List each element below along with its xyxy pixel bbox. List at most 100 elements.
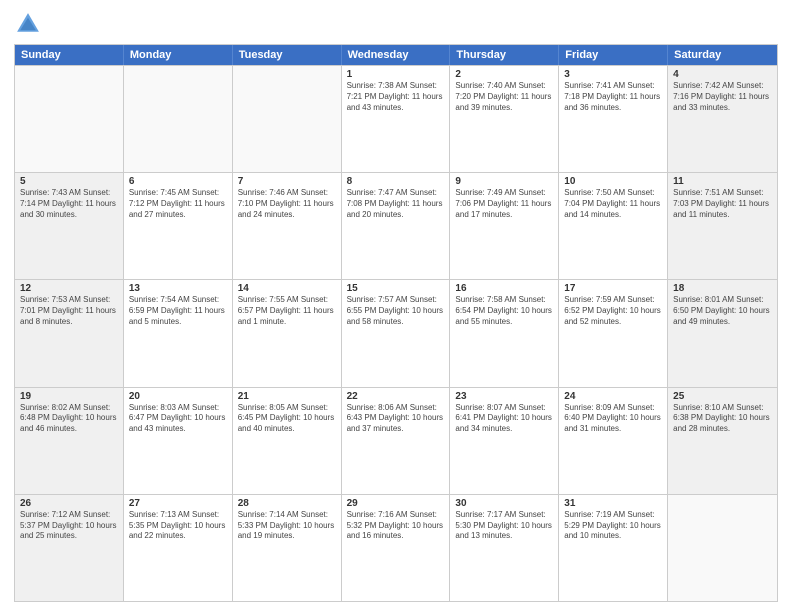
cell-info: Sunrise: 7:16 AM Sunset: 5:32 PM Dayligh… (347, 510, 445, 542)
calendar-cell: 16Sunrise: 7:58 AM Sunset: 6:54 PM Dayli… (450, 280, 559, 386)
cell-info: Sunrise: 8:03 AM Sunset: 6:47 PM Dayligh… (129, 403, 227, 435)
calendar-row-3: 19Sunrise: 8:02 AM Sunset: 6:48 PM Dayli… (15, 387, 777, 494)
day-number: 7 (238, 176, 336, 187)
day-number: 19 (20, 391, 118, 402)
day-number: 2 (455, 69, 553, 80)
calendar-row-0: 1Sunrise: 7:38 AM Sunset: 7:21 PM Daylig… (15, 65, 777, 172)
day-number: 16 (455, 283, 553, 294)
cell-info: Sunrise: 7:53 AM Sunset: 7:01 PM Dayligh… (20, 295, 118, 327)
calendar-cell: 17Sunrise: 7:59 AM Sunset: 6:52 PM Dayli… (559, 280, 668, 386)
header (14, 10, 778, 38)
calendar-row-4: 26Sunrise: 7:12 AM Sunset: 5:37 PM Dayli… (15, 494, 777, 601)
calendar-cell: 8Sunrise: 7:47 AM Sunset: 7:08 PM Daylig… (342, 173, 451, 279)
calendar-cell: 31Sunrise: 7:19 AM Sunset: 5:29 PM Dayli… (559, 495, 668, 601)
day-number: 14 (238, 283, 336, 294)
header-cell-saturday: Saturday (668, 45, 777, 65)
calendar-row-1: 5Sunrise: 7:43 AM Sunset: 7:14 PM Daylig… (15, 172, 777, 279)
cell-info: Sunrise: 8:07 AM Sunset: 6:41 PM Dayligh… (455, 403, 553, 435)
cell-info: Sunrise: 7:57 AM Sunset: 6:55 PM Dayligh… (347, 295, 445, 327)
day-number: 28 (238, 498, 336, 509)
calendar-cell (668, 495, 777, 601)
page: SundayMondayTuesdayWednesdayThursdayFrid… (0, 0, 792, 612)
day-number: 26 (20, 498, 118, 509)
cell-info: Sunrise: 8:10 AM Sunset: 6:38 PM Dayligh… (673, 403, 772, 435)
cell-info: Sunrise: 8:06 AM Sunset: 6:43 PM Dayligh… (347, 403, 445, 435)
calendar-cell: 18Sunrise: 8:01 AM Sunset: 6:50 PM Dayli… (668, 280, 777, 386)
calendar-cell: 26Sunrise: 7:12 AM Sunset: 5:37 PM Dayli… (15, 495, 124, 601)
calendar-cell: 14Sunrise: 7:55 AM Sunset: 6:57 PM Dayli… (233, 280, 342, 386)
calendar-header: SundayMondayTuesdayWednesdayThursdayFrid… (15, 45, 777, 65)
cell-info: Sunrise: 7:45 AM Sunset: 7:12 PM Dayligh… (129, 188, 227, 220)
cell-info: Sunrise: 8:01 AM Sunset: 6:50 PM Dayligh… (673, 295, 772, 327)
header-cell-friday: Friday (559, 45, 668, 65)
cell-info: Sunrise: 7:54 AM Sunset: 6:59 PM Dayligh… (129, 295, 227, 327)
day-number: 29 (347, 498, 445, 509)
cell-info: Sunrise: 7:50 AM Sunset: 7:04 PM Dayligh… (564, 188, 662, 220)
calendar-cell: 2Sunrise: 7:40 AM Sunset: 7:20 PM Daylig… (450, 66, 559, 172)
calendar-cell: 29Sunrise: 7:16 AM Sunset: 5:32 PM Dayli… (342, 495, 451, 601)
header-cell-sunday: Sunday (15, 45, 124, 65)
logo-icon (14, 10, 42, 38)
day-number: 31 (564, 498, 662, 509)
day-number: 3 (564, 69, 662, 80)
day-number: 15 (347, 283, 445, 294)
cell-info: Sunrise: 7:43 AM Sunset: 7:14 PM Dayligh… (20, 188, 118, 220)
day-number: 1 (347, 69, 445, 80)
cell-info: Sunrise: 7:58 AM Sunset: 6:54 PM Dayligh… (455, 295, 553, 327)
cell-info: Sunrise: 7:51 AM Sunset: 7:03 PM Dayligh… (673, 188, 772, 220)
calendar-cell: 6Sunrise: 7:45 AM Sunset: 7:12 PM Daylig… (124, 173, 233, 279)
calendar-cell: 30Sunrise: 7:17 AM Sunset: 5:30 PM Dayli… (450, 495, 559, 601)
calendar-cell: 24Sunrise: 8:09 AM Sunset: 6:40 PM Dayli… (559, 388, 668, 494)
cell-info: Sunrise: 7:17 AM Sunset: 5:30 PM Dayligh… (455, 510, 553, 542)
calendar-cell (15, 66, 124, 172)
day-number: 30 (455, 498, 553, 509)
calendar-cell: 11Sunrise: 7:51 AM Sunset: 7:03 PM Dayli… (668, 173, 777, 279)
day-number: 27 (129, 498, 227, 509)
calendar-cell: 25Sunrise: 8:10 AM Sunset: 6:38 PM Dayli… (668, 388, 777, 494)
day-number: 10 (564, 176, 662, 187)
header-cell-monday: Monday (124, 45, 233, 65)
cell-info: Sunrise: 7:40 AM Sunset: 7:20 PM Dayligh… (455, 81, 553, 113)
day-number: 23 (455, 391, 553, 402)
day-number: 8 (347, 176, 445, 187)
calendar-cell: 1Sunrise: 7:38 AM Sunset: 7:21 PM Daylig… (342, 66, 451, 172)
calendar-cell: 12Sunrise: 7:53 AM Sunset: 7:01 PM Dayli… (15, 280, 124, 386)
header-cell-wednesday: Wednesday (342, 45, 451, 65)
day-number: 21 (238, 391, 336, 402)
calendar: SundayMondayTuesdayWednesdayThursdayFrid… (14, 44, 778, 602)
cell-info: Sunrise: 7:19 AM Sunset: 5:29 PM Dayligh… (564, 510, 662, 542)
calendar-cell: 19Sunrise: 8:02 AM Sunset: 6:48 PM Dayli… (15, 388, 124, 494)
cell-info: Sunrise: 8:09 AM Sunset: 6:40 PM Dayligh… (564, 403, 662, 435)
cell-info: Sunrise: 7:14 AM Sunset: 5:33 PM Dayligh… (238, 510, 336, 542)
day-number: 12 (20, 283, 118, 294)
cell-info: Sunrise: 7:49 AM Sunset: 7:06 PM Dayligh… (455, 188, 553, 220)
calendar-cell: 28Sunrise: 7:14 AM Sunset: 5:33 PM Dayli… (233, 495, 342, 601)
calendar-cell: 4Sunrise: 7:42 AM Sunset: 7:16 PM Daylig… (668, 66, 777, 172)
calendar-cell: 10Sunrise: 7:50 AM Sunset: 7:04 PM Dayli… (559, 173, 668, 279)
logo (14, 10, 46, 38)
calendar-cell: 15Sunrise: 7:57 AM Sunset: 6:55 PM Dayli… (342, 280, 451, 386)
calendar-cell: 13Sunrise: 7:54 AM Sunset: 6:59 PM Dayli… (124, 280, 233, 386)
day-number: 11 (673, 176, 772, 187)
day-number: 25 (673, 391, 772, 402)
cell-info: Sunrise: 7:12 AM Sunset: 5:37 PM Dayligh… (20, 510, 118, 542)
calendar-body: 1Sunrise: 7:38 AM Sunset: 7:21 PM Daylig… (15, 65, 777, 601)
calendar-cell: 7Sunrise: 7:46 AM Sunset: 7:10 PM Daylig… (233, 173, 342, 279)
day-number: 17 (564, 283, 662, 294)
calendar-row-2: 12Sunrise: 7:53 AM Sunset: 7:01 PM Dayli… (15, 279, 777, 386)
day-number: 4 (673, 69, 772, 80)
day-number: 22 (347, 391, 445, 402)
calendar-cell: 22Sunrise: 8:06 AM Sunset: 6:43 PM Dayli… (342, 388, 451, 494)
calendar-cell (233, 66, 342, 172)
day-number: 9 (455, 176, 553, 187)
day-number: 24 (564, 391, 662, 402)
cell-info: Sunrise: 7:38 AM Sunset: 7:21 PM Dayligh… (347, 81, 445, 113)
cell-info: Sunrise: 7:59 AM Sunset: 6:52 PM Dayligh… (564, 295, 662, 327)
calendar-cell: 9Sunrise: 7:49 AM Sunset: 7:06 PM Daylig… (450, 173, 559, 279)
cell-info: Sunrise: 7:47 AM Sunset: 7:08 PM Dayligh… (347, 188, 445, 220)
calendar-cell: 3Sunrise: 7:41 AM Sunset: 7:18 PM Daylig… (559, 66, 668, 172)
cell-info: Sunrise: 7:41 AM Sunset: 7:18 PM Dayligh… (564, 81, 662, 113)
cell-info: Sunrise: 7:46 AM Sunset: 7:10 PM Dayligh… (238, 188, 336, 220)
day-number: 20 (129, 391, 227, 402)
day-number: 13 (129, 283, 227, 294)
